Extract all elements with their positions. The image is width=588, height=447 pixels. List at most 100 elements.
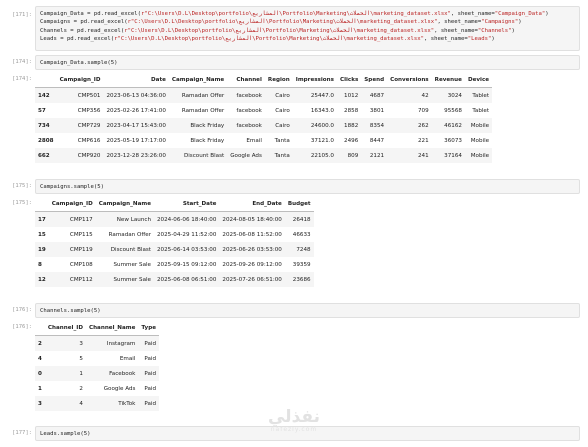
table-header-row: Campaign_ID Campaign_Name Start_Date End_Da… <box>35 197 314 212</box>
code-editor[interactable]: Campaign_Data = pd.read_excel( r"C:\Users… <box>35 6 580 51</box>
table-cell: CMP117 <box>69 216 93 223</box>
table-row: 12 CMP112 Summer Sale 2025-06-08 06:51:00 20… <box>35 272 314 287</box>
table-cell: Google Ads <box>230 152 262 159</box>
row-index: 734 <box>38 122 50 129</box>
code-token: r"C:\Users\D.L\Desktop\portfolio\المشاري… <box>114 35 424 42</box>
table-cell: Discount Blast <box>183 152 225 159</box>
table-cell: Cairo <box>275 107 290 114</box>
table-cell: 2025-06-08 11:52:00 <box>222 231 282 238</box>
table-cell: Paid <box>144 340 156 347</box>
dataframe-campaigns: Campaign_ID Campaign_Name Start_Date End_Da… <box>35 197 314 287</box>
code-token: "Campaigns" <box>481 19 519 26</box>
column-header: End_Date <box>219 197 285 212</box>
table-cell: 3 <box>79 340 83 347</box>
code-editor[interactable]: Campaigns.sample(5) <box>35 179 580 194</box>
table-row: 734 CMP729 2023-04-17 15:43:00 Black Friday… <box>35 118 493 133</box>
table-cell: facebook <box>236 107 262 114</box>
output-prompt: [174]: <box>12 76 32 82</box>
column-header <box>35 321 45 336</box>
table-cell: 2025-09-15 09:12:00 <box>157 261 217 268</box>
column-header: Campaign_ID <box>56 73 104 88</box>
row-index: 3 <box>38 400 42 407</box>
table-cell: 26418 <box>292 216 311 223</box>
code-line: Leads = pd.read_excel(r"C:\Users\D.L\Des… <box>40 35 575 43</box>
row-index: 142 <box>38 92 50 99</box>
table-cell: New Launch <box>116 216 151 223</box>
table-cell: 2023-04-17 15:43:00 <box>106 122 166 129</box>
table-cell: 2025-07-26 06:51:00 <box>222 276 282 283</box>
table-cell: 2025-06-14 03:53:00 <box>157 246 217 253</box>
table-row: 57 CMP356 2025-02-26 17:41:00 Ramadan Offer… <box>35 103 492 118</box>
table-row: 17 CMP117 New Launch 2024-06-06 18:40:00 202… <box>35 211 314 227</box>
table-cell: 4687 <box>369 92 385 99</box>
table-cell: CMP501 <box>77 92 101 99</box>
code-line: Campaigns = pd.read_excel(r"C:\Users\D.L… <box>40 18 575 26</box>
code-token: , sheet_name= <box>450 11 495 17</box>
table-cell: Ramadan Offer <box>181 92 225 99</box>
code-token: r"C:\Users\D.L\Desktop\portfolio\المشاري… <box>124 27 435 34</box>
table-cell: TikTok <box>118 400 136 407</box>
code-token: ) <box>511 27 515 34</box>
table-cell: Ramadan Offer <box>108 231 151 238</box>
table-cell: facebook <box>236 122 262 129</box>
column-header: Channel_ID <box>44 321 86 336</box>
table-row: 2808 CMP616 2025-05-19 17:17:00 Black Frida… <box>35 133 492 148</box>
table-cell: 2025-06-08 06:51:00 <box>157 276 217 283</box>
table-cell: 37121.0 <box>310 137 334 144</box>
row-index: 1 <box>38 385 42 392</box>
table-cell: 25447.0 <box>310 92 334 99</box>
table-cell: CMP112 <box>69 276 93 283</box>
table-cell: 2858 <box>344 107 359 114</box>
code-editor[interactable]: Campaign_Data.sample(5) <box>35 55 580 70</box>
output-prompt: [176]: <box>12 324 32 330</box>
table-row: 19 CMP119 Discount Blast 2025-06-14 03:53:0… <box>35 242 314 257</box>
row-index: 4 <box>38 355 42 362</box>
code-editor[interactable]: Channels.sample(5) <box>35 303 580 318</box>
column-header <box>35 73 57 88</box>
table-cell: Mobile <box>470 152 490 159</box>
table-cell: CMP729 <box>77 122 101 129</box>
table-cell: Summer Sale <box>113 276 152 283</box>
table-cell: 2025-04-29 11:52:00 <box>157 231 217 238</box>
table-row: 662 CMP920 2023-12-28 23:26:00 Discount Bla… <box>35 148 493 163</box>
table-cell: Black Friday <box>190 137 225 144</box>
code-token: ) <box>518 19 522 26</box>
table-cell: Instagram <box>106 340 136 347</box>
table-cell: 2025-02-26 17:41:00 <box>106 107 166 114</box>
table-row: 3 4 TikTok Paid <box>35 396 159 411</box>
table-cell: Tanta <box>274 137 290 144</box>
code-token: Channels = pd.read_excel( <box>40 27 125 34</box>
row-index: 2808 <box>38 137 54 144</box>
table-cell: CMP115 <box>69 231 93 238</box>
cell-prompt: [177]: <box>12 430 32 436</box>
dataframe-channels: Channel_ID Channel_Name Type 2 3 Instagram Pai… <box>35 321 159 411</box>
code-token: "Campaign_Data" <box>494 11 546 17</box>
code-token: Campaigns = pd.read_excel( <box>40 19 128 26</box>
code-token: Campaign_Data = pd.read_excel( <box>40 11 142 17</box>
table-cell: Discount Blast <box>110 246 151 253</box>
row-index: 57 <box>38 107 46 114</box>
table-cell: 7248 <box>296 246 311 253</box>
column-header <box>35 197 49 212</box>
table-cell: 2024-08-05 18:40:00 <box>222 216 282 223</box>
code-token: , sheet_name= <box>434 27 478 34</box>
table-cell: CMP108 <box>69 261 93 268</box>
table-cell: 2025-06-26 03:53:00 <box>222 246 282 253</box>
row-index: 662 <box>38 152 50 159</box>
column-header: Campaign_ID <box>48 197 96 212</box>
code-line: Channels = pd.read_excel(r"C:\Users\D.L\… <box>40 27 575 35</box>
table-cell: Paid <box>144 355 156 362</box>
table-cell: Mobile <box>470 137 490 144</box>
table-row: 8 CMP108 Summer Sale 2025-09-15 09:12:00 202… <box>35 257 314 272</box>
table-cell: CMP616 <box>77 137 101 144</box>
table-cell: facebook <box>236 92 262 99</box>
table-cell: 3024 <box>447 92 462 99</box>
table-header-row: Channel_ID Channel_Name Type <box>35 321 159 336</box>
table-cell: CMP356 <box>77 107 101 114</box>
table-cell: 221 <box>417 137 429 144</box>
code-token: ) <box>491 35 495 42</box>
table-header-row: Campaign_ID Date Campaign_Name Channel Regio… <box>35 73 493 88</box>
row-index: 8 <box>38 261 42 268</box>
table-cell: Paid <box>144 370 156 377</box>
table-row: 2 3 Instagram Paid <box>35 335 159 351</box>
